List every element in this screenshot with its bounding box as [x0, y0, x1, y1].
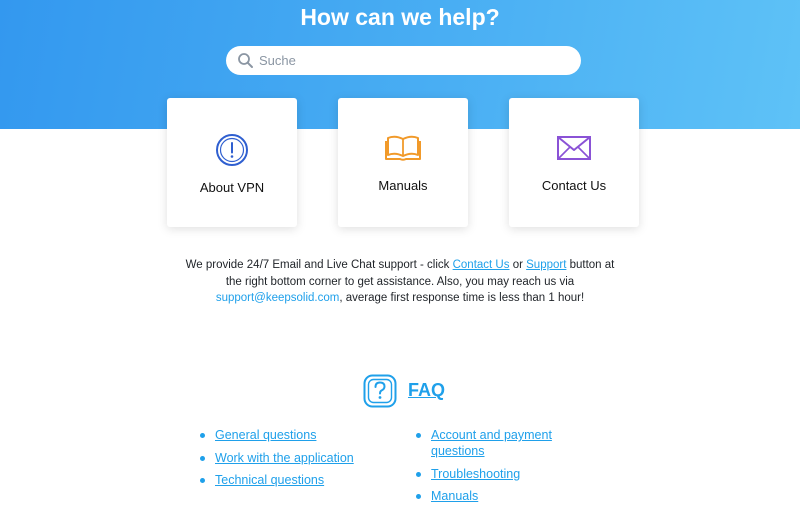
envelope-icon: [509, 135, 639, 166]
support-text-part: , average first response time is less th…: [339, 292, 585, 304]
faq-link-work-with-application[interactable]: Work with the application: [215, 451, 354, 465]
contact-us-card[interactable]: Contact Us: [509, 98, 639, 227]
about-vpn-card[interactable]: About VPN: [167, 98, 297, 227]
bullet: [200, 455, 205, 461]
manuals-card[interactable]: Manuals: [338, 98, 468, 227]
search-icon: [237, 52, 254, 69]
support-link[interactable]: Support: [526, 259, 566, 271]
bullet: [416, 433, 421, 438]
list-item: Manuals: [415, 488, 585, 504]
about-vpn-label: About VPN: [199, 180, 265, 195]
search-input[interactable]: [259, 46, 569, 75]
support-text-part: or: [509, 259, 527, 271]
manuals-label: Manuals: [378, 178, 428, 193]
faq-link-troubleshooting[interactable]: Troubleshooting: [431, 467, 520, 481]
search-box[interactable]: [226, 46, 581, 75]
list-item: Work with the application: [199, 450, 399, 466]
faq-list-left: General questions Work with the applicat…: [199, 427, 399, 495]
list-item: Account and payment questions: [415, 427, 585, 459]
bullet: [200, 433, 205, 438]
page-title: How can we help?: [300, 4, 500, 30]
faq-link-manuals[interactable]: Manuals: [431, 489, 478, 503]
bullet: [416, 494, 421, 499]
faq-link-account-payment[interactable]: Account and payment questions: [431, 428, 552, 458]
bullet: [200, 478, 205, 483]
bullet: [416, 471, 421, 477]
contact-us-link[interactable]: Contact Us: [453, 259, 510, 271]
book-icon: [338, 134, 468, 167]
contact-us-label: Contact Us: [541, 178, 607, 193]
question-icon: [363, 374, 397, 408]
support-info-text: We provide 24/7 Email and Live Chat supp…: [180, 257, 620, 307]
faq-list-right: Account and payment questions Troublesho…: [415, 427, 585, 511]
list-item: Troubleshooting: [415, 466, 585, 482]
support-email-link[interactable]: support@keepsolid.com: [216, 292, 340, 304]
faq-link-general-questions[interactable]: General questions: [215, 428, 316, 442]
support-text-part: We provide 24/7 Email and Live Chat supp…: [185, 259, 453, 271]
faq-title-link[interactable]: FAQ: [408, 380, 445, 401]
info-circle-icon: [167, 133, 297, 172]
list-item: General questions: [199, 427, 399, 443]
faq-link-technical-questions[interactable]: Technical questions: [215, 473, 324, 487]
list-item: Technical questions: [199, 472, 399, 488]
